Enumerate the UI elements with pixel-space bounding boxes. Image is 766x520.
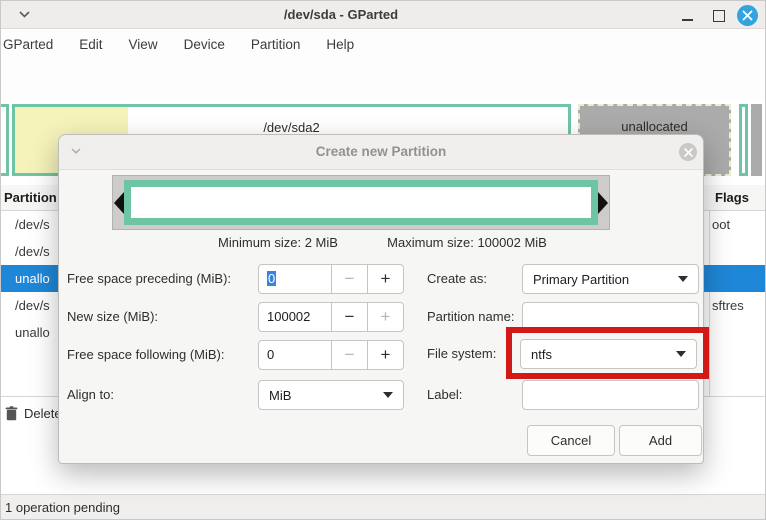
pending-operation-item: Delete — [5, 406, 62, 421]
free-space-following-input[interactable]: 0 — [258, 340, 332, 370]
window-title: /dev/sda - GParted — [1, 1, 681, 29]
chevron-down-icon — [678, 276, 688, 282]
dialog-title: Create new Partition — [59, 135, 703, 169]
unallocated-segment-label: unallocated — [580, 119, 729, 134]
free-space-following-label: Free space following (MiB): — [67, 340, 225, 370]
minus-button[interactable]: − — [332, 302, 368, 332]
menu-edit[interactable]: Edit — [66, 30, 115, 60]
dialog-close-button[interactable] — [679, 143, 697, 161]
maximize-button[interactable] — [713, 10, 725, 22]
create-partition-dialog: Create new Partition Minimum size: 2 MiB… — [58, 134, 704, 464]
create-as-dropdown[interactable]: Primary Partition — [522, 264, 699, 294]
slider-right-handle-icon[interactable] — [598, 192, 608, 214]
gparted-window: /dev/sda - GParted GParted Edit View Dev… — [0, 0, 766, 520]
create-as-value: Primary Partition — [533, 272, 629, 287]
slider-left-handle-icon[interactable] — [114, 192, 124, 214]
menu-bar: GParted Edit View Device Partition Help — [1, 30, 766, 60]
partition-segment-small-left[interactable] — [0, 104, 9, 176]
partition-segment-label: /dev/sda2 — [15, 120, 568, 135]
partition-segment-grey-sliver — [751, 104, 762, 176]
label-label: Label: — [427, 380, 462, 410]
menu-device[interactable]: Device — [171, 30, 238, 60]
plus-button[interactable]: + — [368, 302, 404, 332]
plus-button[interactable]: + — [368, 264, 404, 294]
add-button[interactable]: Add — [619, 425, 702, 456]
status-text: 1 operation pending — [5, 495, 120, 520]
title-bar: /dev/sda - GParted — [1, 1, 766, 29]
align-to-label: Align to: — [67, 380, 114, 410]
flags-cell: sftres — [712, 292, 744, 319]
partition-segment-small-right[interactable] — [739, 104, 748, 176]
new-size-input[interactable]: 100002 — [258, 302, 332, 332]
file-system-dropdown[interactable]: ntfs — [520, 339, 697, 369]
partition-cell: unallo — [15, 319, 50, 346]
plus-button[interactable]: + — [368, 340, 404, 370]
free-space-preceding-label: Free space preceding (MiB): — [67, 264, 231, 294]
selected-value: 0 — [267, 271, 276, 286]
minimum-size-label: Minimum size: 2 MiB — [218, 235, 338, 250]
close-button[interactable] — [737, 5, 758, 26]
create-as-label: Create as: — [427, 264, 487, 294]
file-system-value: ntfs — [531, 347, 552, 362]
maximum-size-label: Maximum size: 100002 MiB — [387, 235, 547, 250]
cancel-button[interactable]: Cancel — [527, 425, 615, 456]
operation-text: Delete — [24, 406, 62, 421]
menu-view[interactable]: View — [116, 30, 171, 60]
trash-icon — [5, 406, 18, 421]
chevron-down-icon — [383, 392, 393, 398]
slider-new-partition-region[interactable] — [124, 180, 598, 225]
partition-column-header[interactable]: Partition — [4, 185, 57, 210]
partition-name-input[interactable] — [522, 302, 699, 332]
partition-cell: /dev/s — [15, 292, 50, 319]
status-bar: 1 operation pending — [1, 494, 766, 520]
chevron-down-icon — [676, 351, 686, 357]
dialog-header: Create new Partition — [59, 135, 703, 170]
new-size-label: New size (MiB): — [67, 302, 158, 332]
toolbar: /dev/sda (447.13 GiB) — [1, 60, 766, 101]
minus-button[interactable]: − — [332, 340, 368, 370]
partition-size-slider — [112, 175, 610, 230]
label-input[interactable] — [522, 380, 699, 410]
minimize-button[interactable] — [682, 19, 693, 21]
partition-cell: unallo — [15, 265, 50, 292]
menu-gparted[interactable]: GParted — [1, 30, 66, 60]
partition-name-label: Partition name: — [427, 302, 514, 332]
align-to-value: MiB — [269, 388, 291, 403]
menu-partition[interactable]: Partition — [238, 30, 314, 60]
free-space-preceding-input[interactable]: 0 — [258, 264, 332, 294]
menu-help[interactable]: Help — [313, 30, 367, 60]
partition-cell: /dev/s — [15, 211, 50, 238]
partition-cell: /dev/s — [15, 238, 50, 265]
flags-column-header[interactable]: Flags — [715, 185, 749, 210]
minus-button[interactable]: − — [332, 264, 368, 294]
file-system-label: File system: — [427, 339, 496, 369]
align-to-dropdown[interactable]: MiB — [258, 380, 404, 410]
flags-cell: oot — [712, 211, 730, 238]
